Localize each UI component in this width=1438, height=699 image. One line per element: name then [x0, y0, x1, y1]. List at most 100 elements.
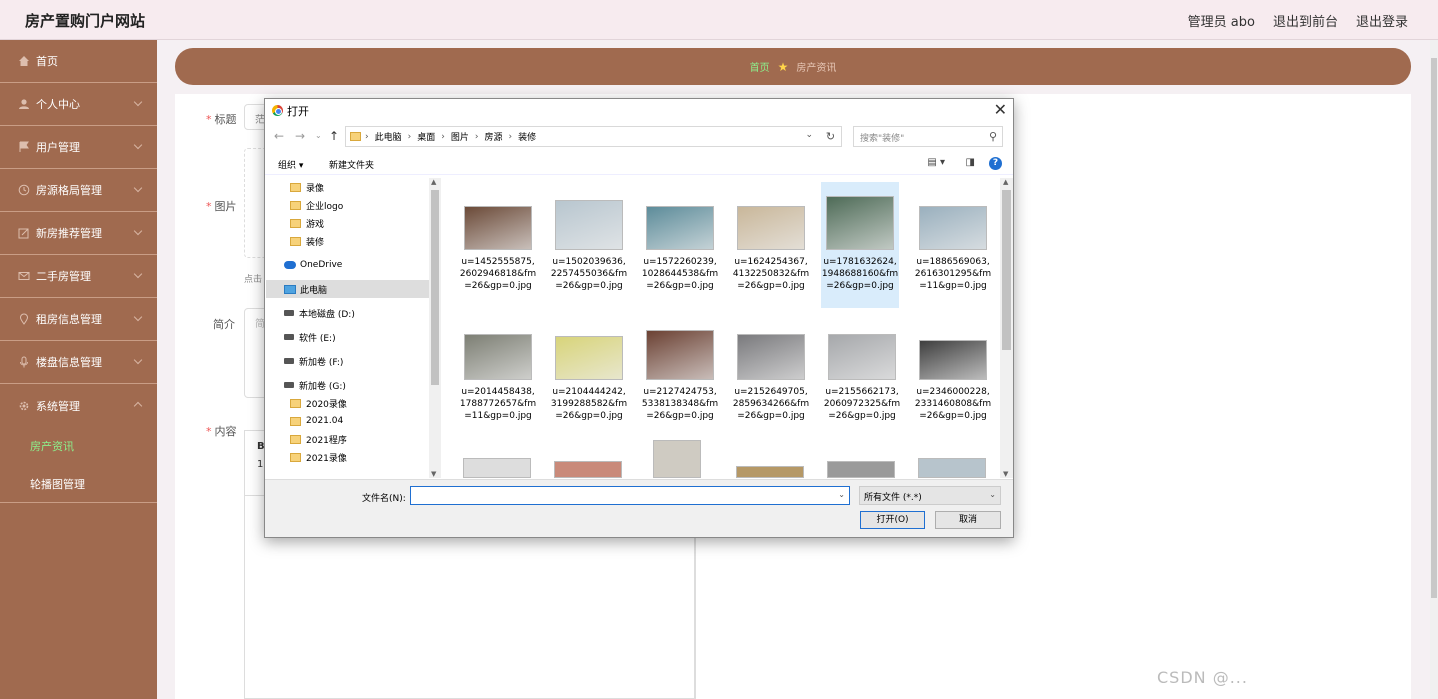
image-label: * 图片	[206, 200, 237, 213]
image-thumbnail-partial	[736, 466, 804, 478]
file-item-selected[interactable]: u=1781632624,1948688160&fm=26&gp=0.jpg	[821, 182, 899, 308]
drive-icon	[284, 310, 294, 316]
sidebar-item-profile[interactable]: 个人中心	[0, 83, 157, 126]
image-thumbnail	[919, 206, 987, 250]
sidebar-item-rentals[interactable]: 租房信息管理	[0, 298, 157, 341]
sidebar-sub-news[interactable]: 房产资讯	[0, 427, 157, 465]
new-folder-button[interactable]: 新建文件夹	[329, 158, 374, 171]
tree-item-drive[interactable]: 本地磁盘 (D:)	[284, 304, 430, 322]
file-item[interactable]: u=2104444242,3199288582&fm=26&gp=0.jpg	[550, 326, 628, 422]
chevron-down-icon[interactable]: ⌄	[805, 130, 813, 140]
tree-scrollbar[interactable]: ▲ ▼	[429, 178, 441, 478]
mic-icon	[20, 356, 28, 368]
breadcrumb-current: 房产资讯	[796, 63, 837, 74]
file-scroll-thumb[interactable]	[1002, 190, 1011, 350]
sidebar-item-layouts[interactable]: 房源格局管理	[0, 169, 157, 212]
chevron-down-icon	[133, 355, 143, 365]
file-grid-scrollbar[interactable]: ▲ ▼	[1000, 178, 1013, 478]
help-icon[interactable]: ?	[989, 157, 1002, 170]
tree-item[interactable]: 装修	[290, 232, 430, 250]
sidebar-item-second-hand[interactable]: 二手房管理	[0, 255, 157, 298]
file-item[interactable]: u=1502039636,2257455036&fm=26&gp=0.jpg	[550, 184, 628, 292]
cancel-button[interactable]: 取消	[935, 511, 1001, 529]
file-item[interactable]: u=1624254367,4132250832&fm=26&gp=0.jpg	[732, 184, 810, 292]
recent-dropdown-icon[interactable]: ⌄	[315, 131, 322, 140]
forward-arrow-icon[interactable]: →	[295, 129, 305, 143]
sidebar-item-users[interactable]: 用户管理	[0, 126, 157, 169]
preview-pane-icon[interactable]: ◨	[966, 157, 975, 168]
tree-scroll-thumb[interactable]	[431, 190, 439, 385]
tree-item-drive[interactable]: 新加卷 (F:)	[284, 352, 430, 370]
clock-icon	[18, 184, 30, 196]
sidebar-item-home[interactable]: 首页	[0, 40, 157, 83]
tree-item[interactable]: 2020录像	[290, 394, 430, 412]
sidebar-item-buildings[interactable]: 楼盘信息管理	[0, 341, 157, 384]
front-link[interactable]: 退出到前台	[1273, 11, 1338, 30]
nav-row: ← → ⌄ ↑ › 此电脑 › 桌面 › 图片 › 房源 › 装修 ⌄ ↻ 搜索…	[265, 125, 1013, 149]
path-segment[interactable]: 桌面	[417, 130, 435, 143]
up-arrow-icon[interactable]: ↑	[329, 129, 339, 143]
view-options-icon[interactable]: ▤ ▾	[927, 157, 945, 168]
filetype-select[interactable]: 所有文件 (*.*) ⌄	[859, 486, 1001, 505]
dialog-titlebar: 打开 ✕	[265, 99, 1013, 121]
organize-menu[interactable]: 组织 ▾	[278, 158, 303, 171]
back-arrow-icon[interactable]: ←	[274, 129, 284, 143]
filename-input[interactable]: ⌄	[410, 486, 850, 505]
file-item[interactable]: u=1452555875,2602946818&fm=26&gp=0.jpg	[459, 184, 537, 292]
breadcrumb-home[interactable]: 首页	[750, 59, 770, 74]
image-hint: 点击	[244, 275, 263, 285]
file-item[interactable]: u=2152649705,2859634266&fm=26&gp=0.jpg	[732, 326, 810, 422]
tree-item[interactable]: 2021程序	[290, 430, 430, 448]
path-segment[interactable]: 装修	[518, 130, 536, 143]
editor-right-border	[694, 536, 695, 699]
tree-item-drive[interactable]: 新加卷 (G:)	[284, 376, 430, 394]
sidebar-item-system[interactable]: 系统管理	[0, 384, 157, 427]
tree-item-drive[interactable]: 软件 (E:)	[284, 328, 430, 346]
filename-label: 文件名(N):	[362, 494, 406, 504]
sidebar-sub-carousel[interactable]: 轮播图管理	[0, 465, 157, 503]
chevron-down-icon	[133, 312, 143, 322]
tree-item[interactable]: 游戏	[290, 214, 430, 232]
computer-icon	[284, 284, 296, 294]
tree-item[interactable]: 录像	[290, 178, 430, 196]
path-segment[interactable]: 图片	[451, 130, 469, 143]
content-label: * 内容	[206, 425, 237, 438]
tree-item[interactable]: 2021.04	[290, 412, 430, 430]
page-scroll-thumb[interactable]	[1431, 58, 1437, 598]
address-bar[interactable]: › 此电脑 › 桌面 › 图片 › 房源 › 装修 ⌄	[345, 126, 842, 147]
file-item[interactable]: u=2014458438,1788772657&fm=11&gp=0.jpg	[459, 326, 537, 422]
navigation-tree: 录像 企业logo 游戏 装修 OneDrive 此电脑 本地磁盘 (D:) 软…	[266, 178, 441, 478]
tree-item-this-pc[interactable]: 此电脑	[266, 280, 430, 298]
logout-link[interactable]: 退出登录	[1356, 11, 1408, 30]
image-thumbnail	[555, 200, 623, 250]
refresh-icon[interactable]: ↻	[820, 126, 842, 147]
tree-item[interactable]: 企业logo	[290, 196, 430, 214]
chevron-down-icon[interactable]: ⌄	[838, 490, 845, 499]
file-item[interactable]: u=1572260239,1028644538&fm=26&gp=0.jpg	[641, 184, 719, 292]
tree-item[interactable]: 2021录像	[290, 448, 430, 466]
tree-item-onedrive[interactable]: OneDrive	[284, 256, 430, 274]
file-item[interactable]: u=2155662173,2060972325&fm=26&gp=0.jpg	[823, 326, 901, 422]
image-thumbnail	[646, 330, 714, 380]
dialog-title: 打开	[287, 105, 309, 118]
drive-icon	[284, 334, 294, 340]
page-scrollbar[interactable]	[1430, 40, 1438, 699]
image-thumbnail	[464, 206, 532, 250]
sidebar: 首页 个人中心 用户管理 房源格局管理 新房推荐管理 二手房管理 租房信息管理 …	[0, 40, 157, 699]
path-segment[interactable]: 房源	[484, 130, 502, 143]
sidebar-item-new-homes[interactable]: 新房推荐管理	[0, 212, 157, 255]
open-button[interactable]: 打开(O)	[860, 511, 925, 529]
path-segment[interactable]: 此电脑	[375, 130, 402, 143]
file-item[interactable]: u=1886569063,2616301295&fm=11&gp=0.jpg	[914, 184, 992, 292]
close-icon[interactable]: ✕	[994, 100, 1007, 119]
search-input[interactable]: 搜索"装修" ⚲	[853, 126, 1003, 147]
home-icon	[19, 56, 29, 66]
file-item[interactable]: u=2127424753,5338138348&fm=26&gp=0.jpg	[641, 326, 719, 422]
chevron-down-icon	[133, 97, 143, 107]
folder-icon	[290, 218, 301, 228]
breadcrumb: 首页 ★ 房产资讯	[175, 48, 1411, 85]
folder-icon	[290, 182, 301, 192]
image-thumbnail-partial	[918, 458, 986, 478]
editor-tool[interactable]: 1	[257, 459, 263, 470]
file-item[interactable]: u=2346000228,2331460808&fm=26&gp=0.jpg	[914, 326, 992, 422]
